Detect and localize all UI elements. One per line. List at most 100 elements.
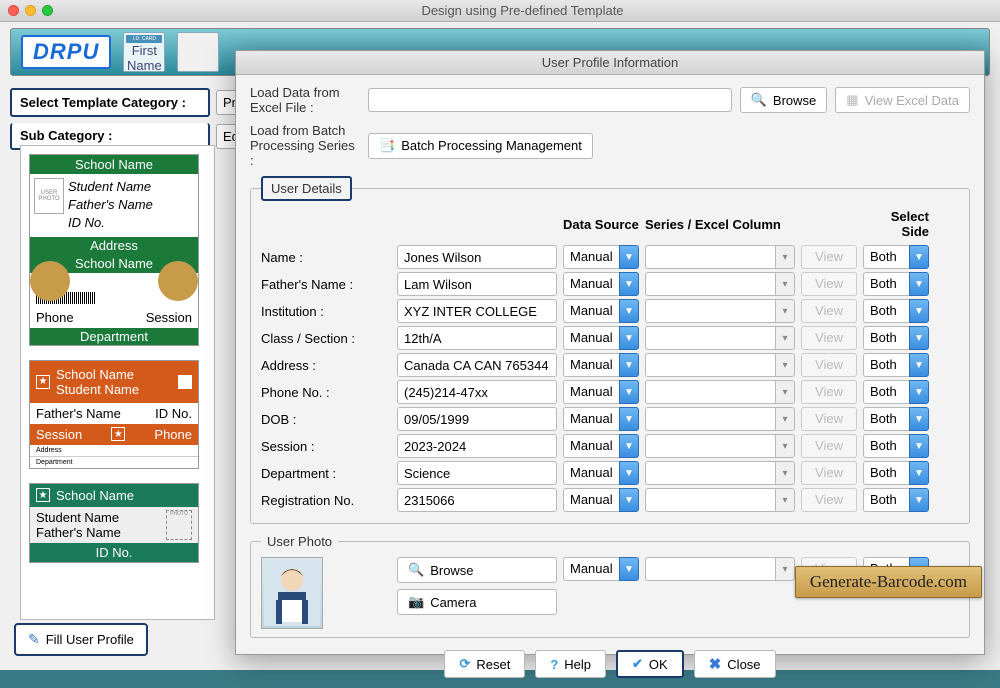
user-photo-legend: User Photo [261, 534, 338, 549]
field-row: Session :Manual▼▾ViewBoth▼ [261, 434, 959, 458]
camera-icon: 📷 [408, 594, 424, 610]
view-button: View [801, 407, 857, 431]
chevron-down-icon: ▼ [619, 488, 639, 512]
chevron-down-icon: ▼ [909, 407, 929, 431]
template-thumbnail[interactable]: School Name USER PHOTO Student Name Fath… [29, 154, 199, 346]
placeholder-icon [178, 375, 192, 389]
excel-path-input[interactable] [368, 88, 732, 112]
data-source-select[interactable]: Manual▼ [563, 461, 639, 485]
series-select[interactable]: ▾ [645, 488, 795, 512]
star-icon: ★ [36, 375, 50, 389]
field-value-input[interactable] [397, 326, 557, 350]
load-excel-label: Load Data from Excel File : [250, 85, 360, 115]
side-select[interactable]: Both▼ [863, 326, 929, 350]
search-file-icon: 🔍 [751, 92, 767, 108]
close-window-icon[interactable] [8, 5, 19, 16]
help-icon: ? [550, 657, 558, 672]
side-select[interactable]: Both▼ [863, 434, 929, 458]
data-source-select[interactable]: Manual▼ [563, 380, 639, 404]
photo-series-select[interactable]: ▾ [645, 557, 795, 581]
photo-data-source-select[interactable]: Manual▼ [563, 557, 639, 581]
data-source-select[interactable]: Manual▼ [563, 407, 639, 431]
ok-button[interactable]: ✔OK [616, 650, 684, 678]
series-select[interactable]: ▾ [645, 461, 795, 485]
field-value-input[interactable] [397, 407, 557, 431]
templates-panel[interactable]: School Name USER PHOTO Student Name Fath… [20, 145, 215, 620]
tpl-school: School Name [30, 155, 198, 174]
chevron-down-icon: ▼ [909, 353, 929, 377]
field-label: Phone No. : [261, 385, 391, 400]
side-select[interactable]: Both▼ [863, 488, 929, 512]
field-value-input[interactable] [397, 299, 557, 323]
data-source-select[interactable]: Manual▼ [563, 488, 639, 512]
chevron-down-icon: ▾ [775, 326, 795, 350]
series-select[interactable]: ▾ [645, 380, 795, 404]
minimize-window-icon[interactable] [25, 5, 36, 16]
series-select[interactable]: ▾ [645, 326, 795, 350]
chevron-down-icon: ▼ [619, 407, 639, 431]
close-button[interactable]: ✖Close [694, 650, 776, 678]
data-source-select[interactable]: Manual▼ [563, 299, 639, 323]
search-file-icon: 🔍 [408, 562, 424, 578]
side-select[interactable]: Both▼ [863, 353, 929, 377]
view-excel-data-button[interactable]: ▦View Excel Data [835, 87, 970, 113]
chevron-down-icon: ▼ [619, 326, 639, 350]
series-select[interactable]: ▾ [645, 434, 795, 458]
batch-processing-button[interactable]: 📑Batch Processing Management [368, 133, 593, 159]
data-source-select[interactable]: Manual▼ [563, 245, 639, 269]
side-select[interactable]: Both▼ [863, 272, 929, 296]
field-value-input[interactable] [397, 380, 557, 404]
close-icon: ✖ [709, 655, 722, 673]
chevron-down-icon: ▾ [775, 557, 795, 581]
field-value-input[interactable] [397, 488, 557, 512]
field-value-input[interactable] [397, 353, 557, 377]
data-source-select[interactable]: Manual▼ [563, 272, 639, 296]
template-thumbnail[interactable]: ★School Name Student NameFather's NamePH… [29, 483, 199, 563]
view-button: View [801, 488, 857, 512]
series-select[interactable]: ▾ [645, 407, 795, 431]
series-select[interactable]: ▾ [645, 272, 795, 296]
side-select[interactable]: Both▼ [863, 245, 929, 269]
field-value-input[interactable] [397, 272, 557, 296]
field-row: Phone No. :Manual▼▾ViewBoth▼ [261, 380, 959, 404]
data-source-select[interactable]: Manual▼ [563, 326, 639, 350]
template-thumbnail[interactable]: ★School NameStudent Name Father's NameID… [29, 360, 199, 469]
fill-user-profile-button[interactable]: ✎ Fill User Profile [14, 623, 148, 656]
camera-button[interactable]: 📷Camera [397, 589, 557, 615]
chevron-down-icon: ▼ [619, 380, 639, 404]
template-category-label: Select Template Category : [10, 88, 210, 117]
grid-header: Data Source Series / Excel Column Select… [261, 209, 959, 239]
data-source-select[interactable]: Manual▼ [563, 434, 639, 458]
field-label: Department : [261, 466, 391, 481]
data-source-select[interactable]: Manual▼ [563, 353, 639, 377]
star-icon: ★ [36, 488, 50, 502]
chevron-down-icon: ▼ [619, 353, 639, 377]
field-label: DOB : [261, 412, 391, 427]
chevron-down-icon: ▾ [775, 488, 795, 512]
window-controls [8, 5, 53, 16]
chevron-down-icon: ▼ [909, 299, 929, 323]
side-select[interactable]: Both▼ [863, 407, 929, 431]
zoom-window-icon[interactable] [42, 5, 53, 16]
browse-photo-button[interactable]: 🔍Browse [397, 557, 557, 583]
series-select[interactable]: ▾ [645, 353, 795, 377]
titlebar: Design using Pre-defined Template [0, 0, 1000, 22]
view-button: View [801, 461, 857, 485]
brand-logo: DRPU [21, 35, 111, 69]
help-button[interactable]: ?Help [535, 650, 606, 678]
view-button: View [801, 434, 857, 458]
side-select[interactable]: Both▼ [863, 380, 929, 404]
side-select[interactable]: Both▼ [863, 299, 929, 323]
chevron-down-icon: ▼ [619, 272, 639, 296]
side-select[interactable]: Both▼ [863, 461, 929, 485]
reset-button[interactable]: ⟳Reset [444, 650, 525, 678]
series-select[interactable]: ▾ [645, 245, 795, 269]
chevron-down-icon: ▼ [619, 557, 639, 581]
field-value-input[interactable] [397, 434, 557, 458]
dialog-footer: ⟳Reset ?Help ✔OK ✖Close [250, 650, 970, 678]
field-value-input[interactable] [397, 245, 557, 269]
series-select[interactable]: ▾ [645, 299, 795, 323]
chevron-down-icon: ▼ [619, 461, 639, 485]
field-value-input[interactable] [397, 461, 557, 485]
browse-excel-button[interactable]: 🔍Browse [740, 87, 828, 113]
